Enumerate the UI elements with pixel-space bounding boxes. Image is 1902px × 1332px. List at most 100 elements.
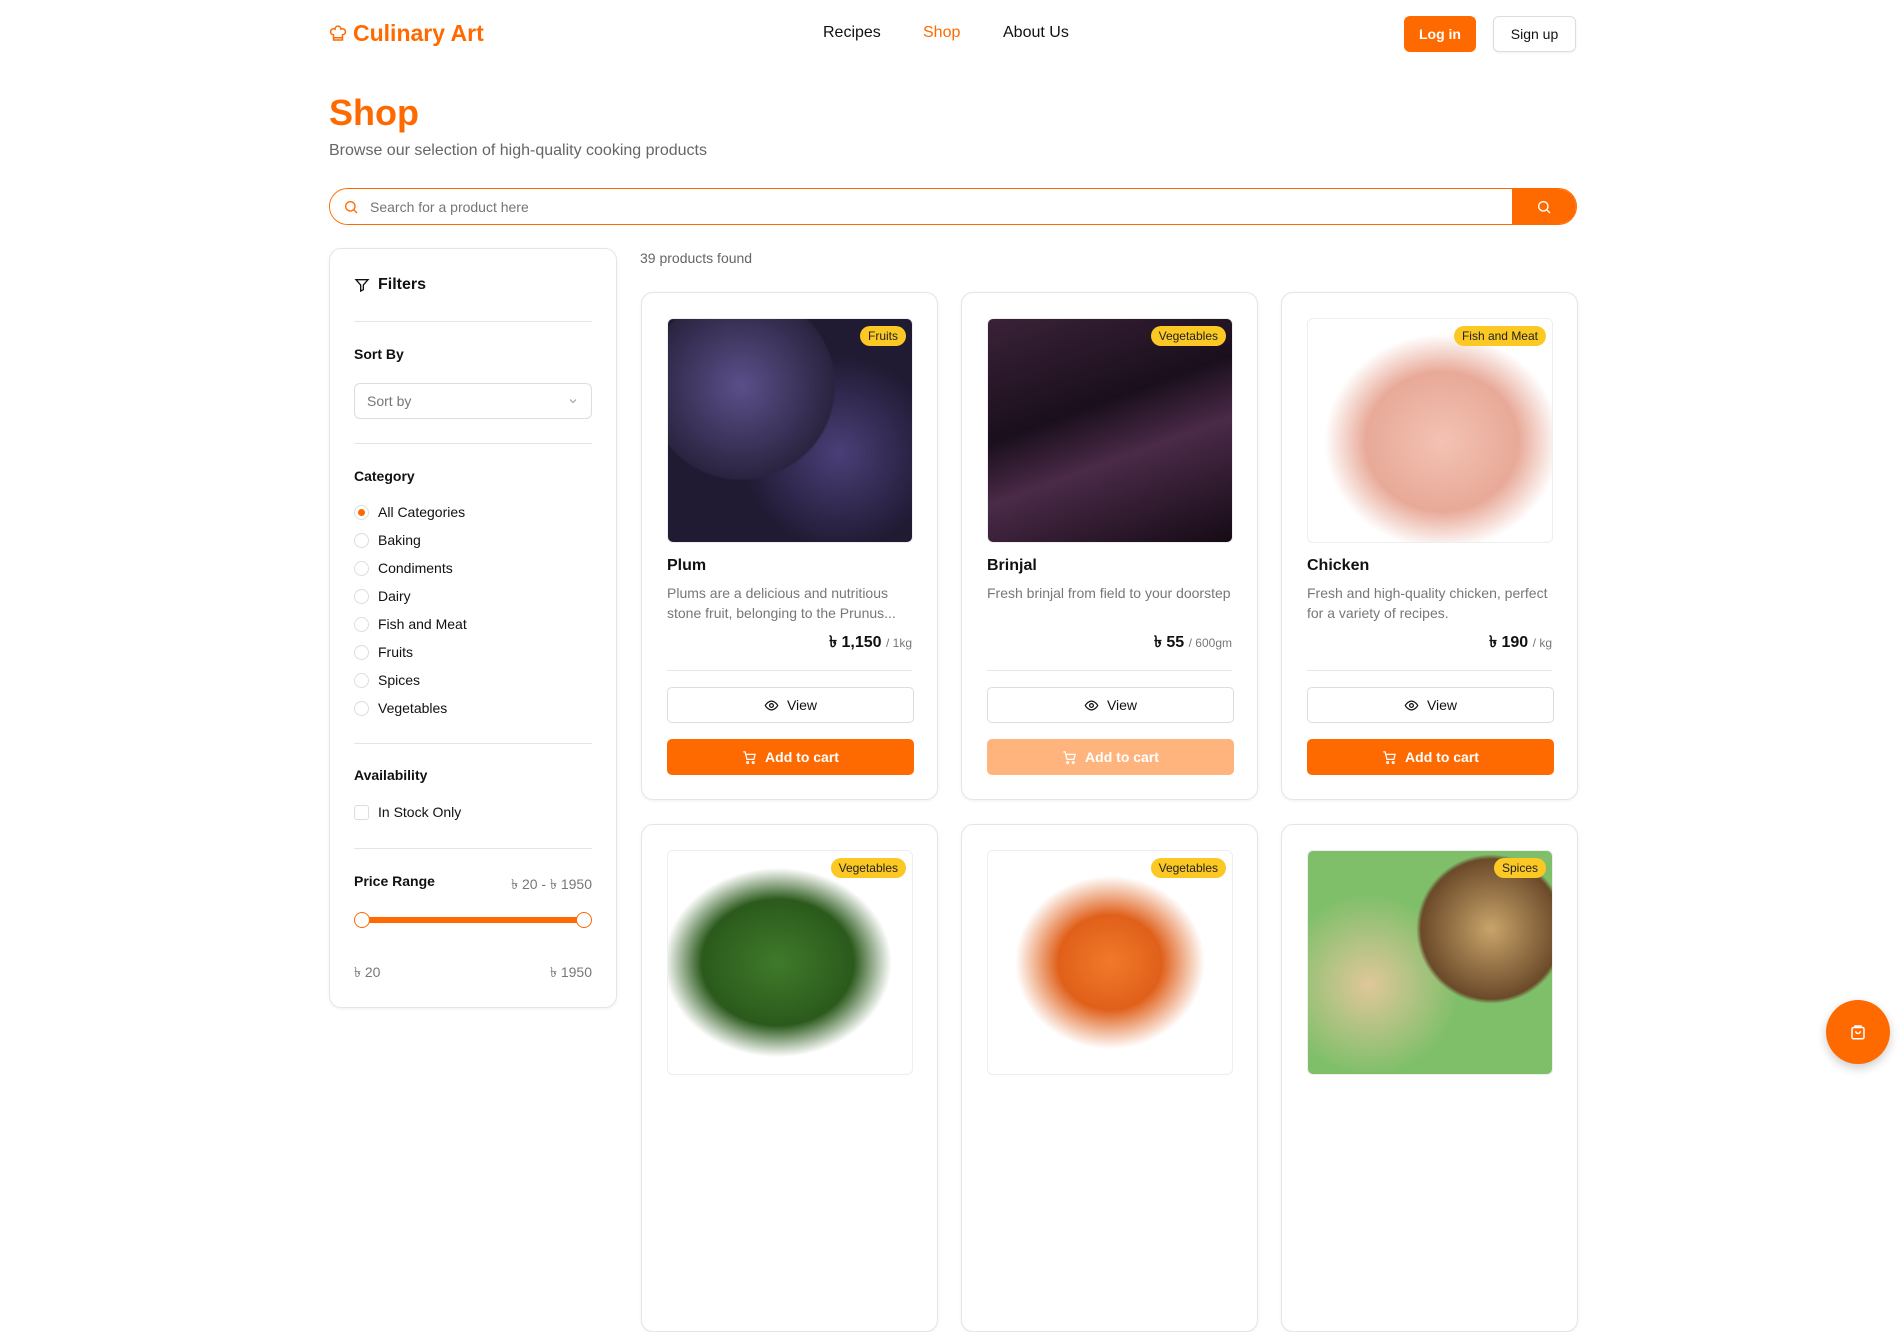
product-image[interactable]: Vegetables [667,850,913,1075]
sort-by-value: Sort by [367,393,412,409]
product-price: ৳ 1,150 / 1kg [829,629,912,656]
category-badge: Vegetables [1150,858,1226,878]
nav-about-us[interactable]: About Us [1003,24,1069,42]
brand-logo[interactable]: Culinary Art [329,20,484,47]
price-unit: / kg [1532,636,1552,650]
eye-icon [1084,699,1099,711]
product-name[interactable]: Brinjal [987,557,1037,575]
category-label: Category [354,468,415,484]
search-input[interactable] [330,189,1512,224]
radio-button[interactable] [354,644,369,660]
availability-label: Availability [354,767,428,783]
view-label: View [1426,697,1458,713]
product-card: Fish and Meat Chicken Fresh and high-qual… [1281,292,1578,800]
add-to-cart-button[interactable]: Add to cart [987,739,1234,775]
slider-min-handle[interactable] [354,912,370,928]
category-option[interactable]: Dairy [354,588,411,604]
product-price: ৳ 55 / 600gm [1154,629,1232,656]
search-bar [329,188,1577,225]
radio-button[interactable] [354,504,369,520]
category-badge: Vegetables [830,858,906,878]
product-description: Plums are a delicious and nutritious sto… [667,585,896,621]
price-range-slider[interactable] [354,912,592,928]
radio-button[interactable] [354,616,369,632]
category-badge: Fish and Meat [1453,326,1546,346]
price-max: ৳ 1950 [549,964,592,980]
product-image[interactable]: Fish and Meat [1307,318,1553,543]
product-price: ৳ 190 / kg [1489,629,1552,656]
signup-button[interactable]: Sign up [1493,16,1576,52]
sort-by-select[interactable]: Sort by [354,383,592,419]
add-to-cart-button[interactable]: Add to cart [667,739,914,775]
view-button[interactable]: View [667,687,914,723]
radio-button[interactable] [354,588,369,604]
checkbox-box[interactable] [354,804,369,820]
price-value: ৳ 55 [1153,634,1185,651]
results-count: 39 products found [640,250,753,266]
radio-button[interactable] [354,700,369,716]
category-label: Fish and Meat [378,616,467,632]
product-name[interactable]: Plum [667,557,706,575]
category-option[interactable]: Spices [354,672,420,688]
category-option[interactable]: Vegetables [354,700,447,716]
category-label: Condiments [378,560,453,576]
product-description: Fresh and high-quality chicken, perfect … [1307,585,1548,621]
category-label: Vegetables [378,700,448,716]
page-title: Shop [329,92,419,133]
category-label: Baking [378,532,421,548]
category-option[interactable]: Baking [354,532,421,548]
price-range-summary: ৳ 20 - ৳ 1950 [511,876,592,892]
category-label: Spices [378,672,421,688]
nav-recipes[interactable]: Recipes [823,24,881,42]
radio-button[interactable] [354,560,369,576]
category-label: All Categories [378,504,466,520]
add-to-cart-label: Add to cart [765,749,839,765]
price-value: ৳ 1,150 [829,634,882,651]
radio-button[interactable] [354,672,369,688]
product-image[interactable]: Vegetables [987,318,1233,543]
view-button[interactable]: View [1307,687,1554,723]
category-badge: Vegetables [1150,326,1226,346]
filters-title: Filters [378,276,427,293]
product-image[interactable]: Vegetables [987,850,1233,1075]
category-badge: Spices [1493,858,1546,878]
product-card: Spices [1281,824,1578,1332]
login-button[interactable]: Log in [1404,16,1476,52]
slider-max-handle[interactable] [576,912,592,928]
price-unit: / 600gm [1188,636,1232,650]
category-badge: Fruits [860,326,906,346]
eye-icon [764,699,779,711]
add-to-cart-button[interactable]: Add to cart [1307,739,1554,775]
product-card: Fruits Plum Plums are a delicious and nut… [641,292,938,800]
category-option[interactable]: All Categories [354,504,465,520]
search-button[interactable] [1512,189,1576,224]
in-stock-label: In Stock Only [378,804,462,820]
view-label: View [1106,697,1138,713]
filters-panel: Filters Sort By Sort by Category All Cat… [329,248,617,1008]
page-subtitle: Browse our selection of high-quality coo… [329,142,707,159]
category-option[interactable]: Condiments [354,560,453,576]
cart-icon [1063,750,1076,764]
product-card: Vegetables [961,824,1258,1332]
product-description: Fresh brinjal from field to your doorste… [987,585,1231,601]
add-to-cart-label: Add to cart [1405,749,1479,765]
slider-track [362,917,584,923]
add-to-cart-label: Add to cart [1085,749,1159,765]
nav-shop[interactable]: Shop [923,24,960,42]
floating-cart-button[interactable] [1826,1000,1890,1064]
search-icon [345,201,358,214]
category-label: Dairy [378,588,411,604]
brand-name: Culinary Art [353,20,484,46]
product-name[interactable]: Chicken [1307,557,1369,575]
radio-button[interactable] [354,532,369,548]
category-label: Fruits [378,644,413,660]
category-option[interactable]: Fruits [354,644,413,660]
price-unit: / 1kg [885,636,912,650]
product-image[interactable]: Spices [1307,850,1553,1075]
view-button[interactable]: View [987,687,1234,723]
cart-icon [743,750,756,764]
in-stock-checkbox[interactable]: In Stock Only [354,804,461,820]
category-option[interactable]: Fish and Meat [354,616,467,632]
product-image[interactable]: Fruits [667,318,913,543]
price-min: ৳ 20 [354,964,381,980]
